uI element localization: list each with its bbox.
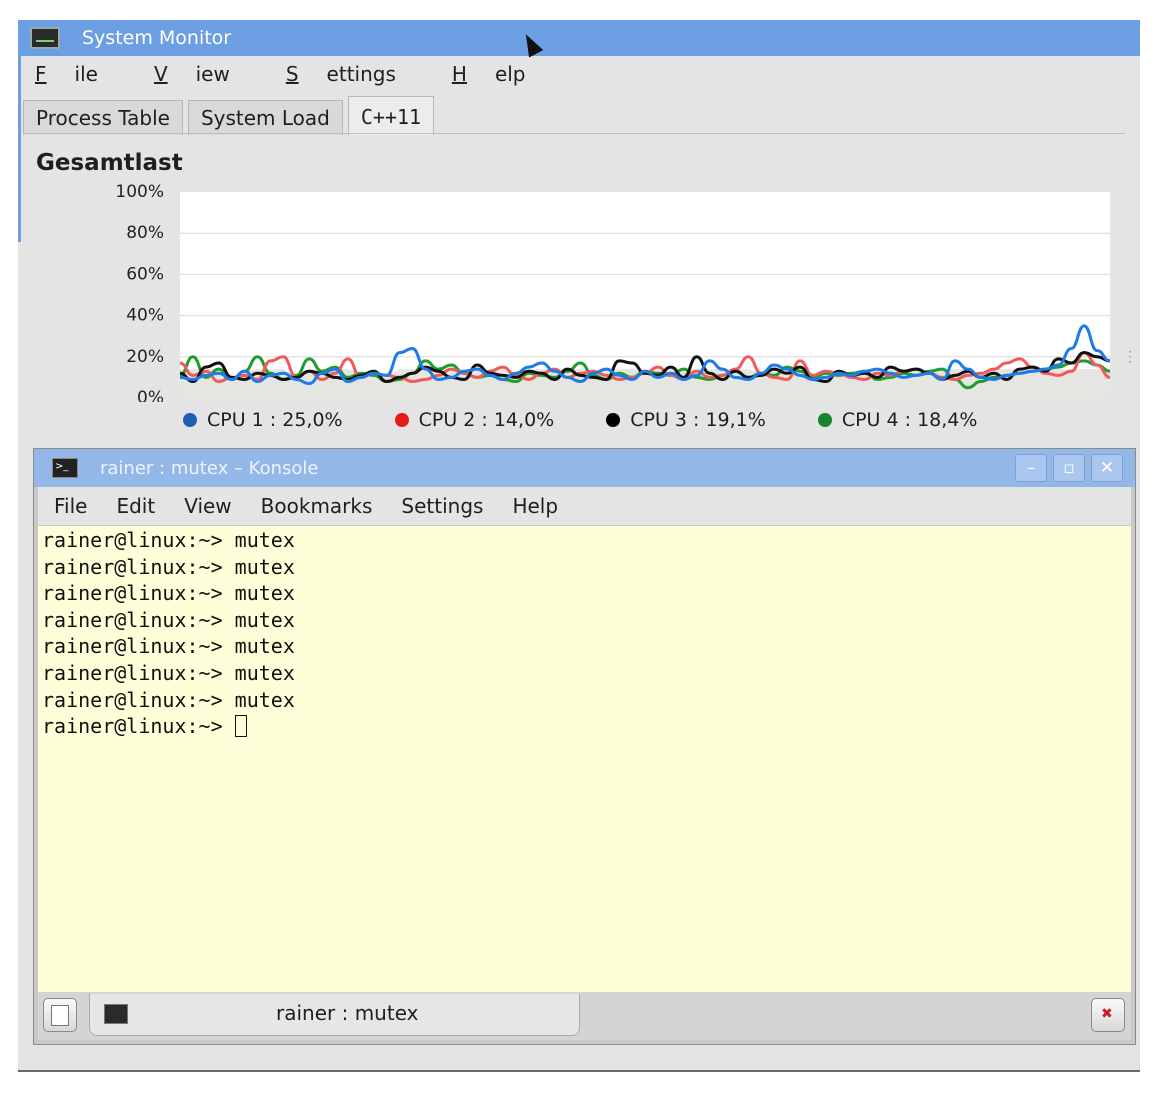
konsole-menubar: File Edit View Bookmarks Settings Help [38,487,1131,525]
y-tick-label: 40% [126,306,164,326]
y-tick-label: 60% [126,264,164,284]
system-monitor-titlebar[interactable]: System Monitor [18,20,1140,56]
legend-cpu3-dot [606,413,621,427]
terminal-app-icon: >_ [52,458,78,478]
y-tick-label: 80% [126,223,164,243]
legend-cpu4: CPU 4 : 18,4% [817,409,978,431]
konsole-session-tab[interactable]: rainer : mutex [89,994,580,1036]
chart-legend: CPU 1 : 25,0% CPU 2 : 14,0% CPU 3 : 19,1… [183,409,1029,431]
konsole-tabbar: rainer : mutex [38,992,1131,1040]
panel-resize-grip[interactable]: · · · [1128,346,1132,368]
legend-cpu2-label: CPU 2 : 14,0% [418,409,555,431]
menu-settings[interactable]: Settings [286,62,424,86]
left-accent-bar [18,56,21,242]
terminal-line: rainer@linux:~> mutex [42,607,295,632]
terminal-line: rainer@linux:~> mutex [42,660,295,685]
menu-help[interactable]: Help [452,62,554,86]
monitor-tabs: Process Table System Load C++11 [23,96,439,135]
konsole-title: rainer : mutex – Konsole [100,457,319,479]
y-tick-label: 20% [126,347,164,367]
legend-cpu3: CPU 3 : 19,1% [606,409,766,431]
konsole-menu-bookmarks[interactable]: Bookmarks [261,494,373,518]
chart-title: Gesamtlast [36,150,183,176]
tab-divider [23,133,1125,134]
y-tick-label: 100% [115,182,164,202]
legend-cpu1-dot [183,413,197,427]
legend-cpu4-dot [817,413,832,427]
y-tick-label: 0% [137,388,164,402]
window-controls: – ▫ ✕ [1009,454,1123,482]
konsole-menu-file[interactable]: File [54,494,87,518]
menu-file[interactable]: File [35,62,126,86]
legend-cpu3-label: CPU 3 : 19,1% [630,409,766,431]
konsole-menu-settings[interactable]: Settings [401,494,483,518]
konsole-menu-help[interactable]: Help [512,494,558,518]
konsole-menu-view[interactable]: View [184,494,231,518]
konsole-menu-edit[interactable]: Edit [116,494,155,518]
maximize-button[interactable]: ▫ [1053,454,1085,482]
system-monitor-title: System Monitor [82,27,232,49]
legend-cpu2-dot [394,413,409,427]
plot-area [180,192,1110,398]
legend-cpu2: CPU 2 : 14,0% [394,409,555,431]
terminal-line: rainer@linux:~> mutex [42,634,295,659]
menu-view[interactable]: View [154,62,258,86]
cpu-load-chart: 100% 80% 60% 40% 20% 0% [115,182,1111,402]
terminal-line: rainer@linux:~> mutex [42,581,295,606]
terminal-prompt-line: rainer@linux:~> [42,713,1131,740]
close-button[interactable]: ✕ [1091,454,1123,482]
konsole-titlebar[interactable]: >_ rainer : mutex – Konsole – ▫ ✕ [34,449,1135,487]
tab-cpp11[interactable]: C++11 [347,96,435,135]
terminal-output[interactable]: rainer@linux:~> mutex rainer@linux:~> mut… [38,526,1131,992]
system-monitor-app-icon [30,27,60,49]
terminal-line: rainer@linux:~> mutex [42,687,295,712]
legend-cpu1-label: CPU 1 : 25,0% [207,409,343,431]
session-tab-label: rainer : mutex [276,1001,419,1025]
terminal-tab-icon [104,1004,128,1024]
tab-process-table[interactable]: Process Table [23,100,183,135]
konsole-window: >_ rainer : mutex – Konsole – ▫ ✕ File E… [33,448,1136,1045]
new-tab-button[interactable] [43,998,77,1032]
tab-system-load[interactable]: System Load [187,100,343,135]
close-tab-button[interactable] [1091,998,1125,1032]
terminal-prompt: rainer@linux:~> [42,714,235,739]
terminal-line: rainer@linux:~> mutex [42,528,295,552]
terminal-cursor [234,715,247,738]
legend-cpu4-label: CPU 4 : 18,4% [841,409,978,431]
minimize-button[interactable]: – [1015,454,1047,482]
system-monitor-menubar: File View Settings Help [18,56,1140,92]
legend-cpu1: CPU 1 : 25,0% [183,409,343,431]
terminal-line: rainer@linux:~> mutex [42,554,295,579]
